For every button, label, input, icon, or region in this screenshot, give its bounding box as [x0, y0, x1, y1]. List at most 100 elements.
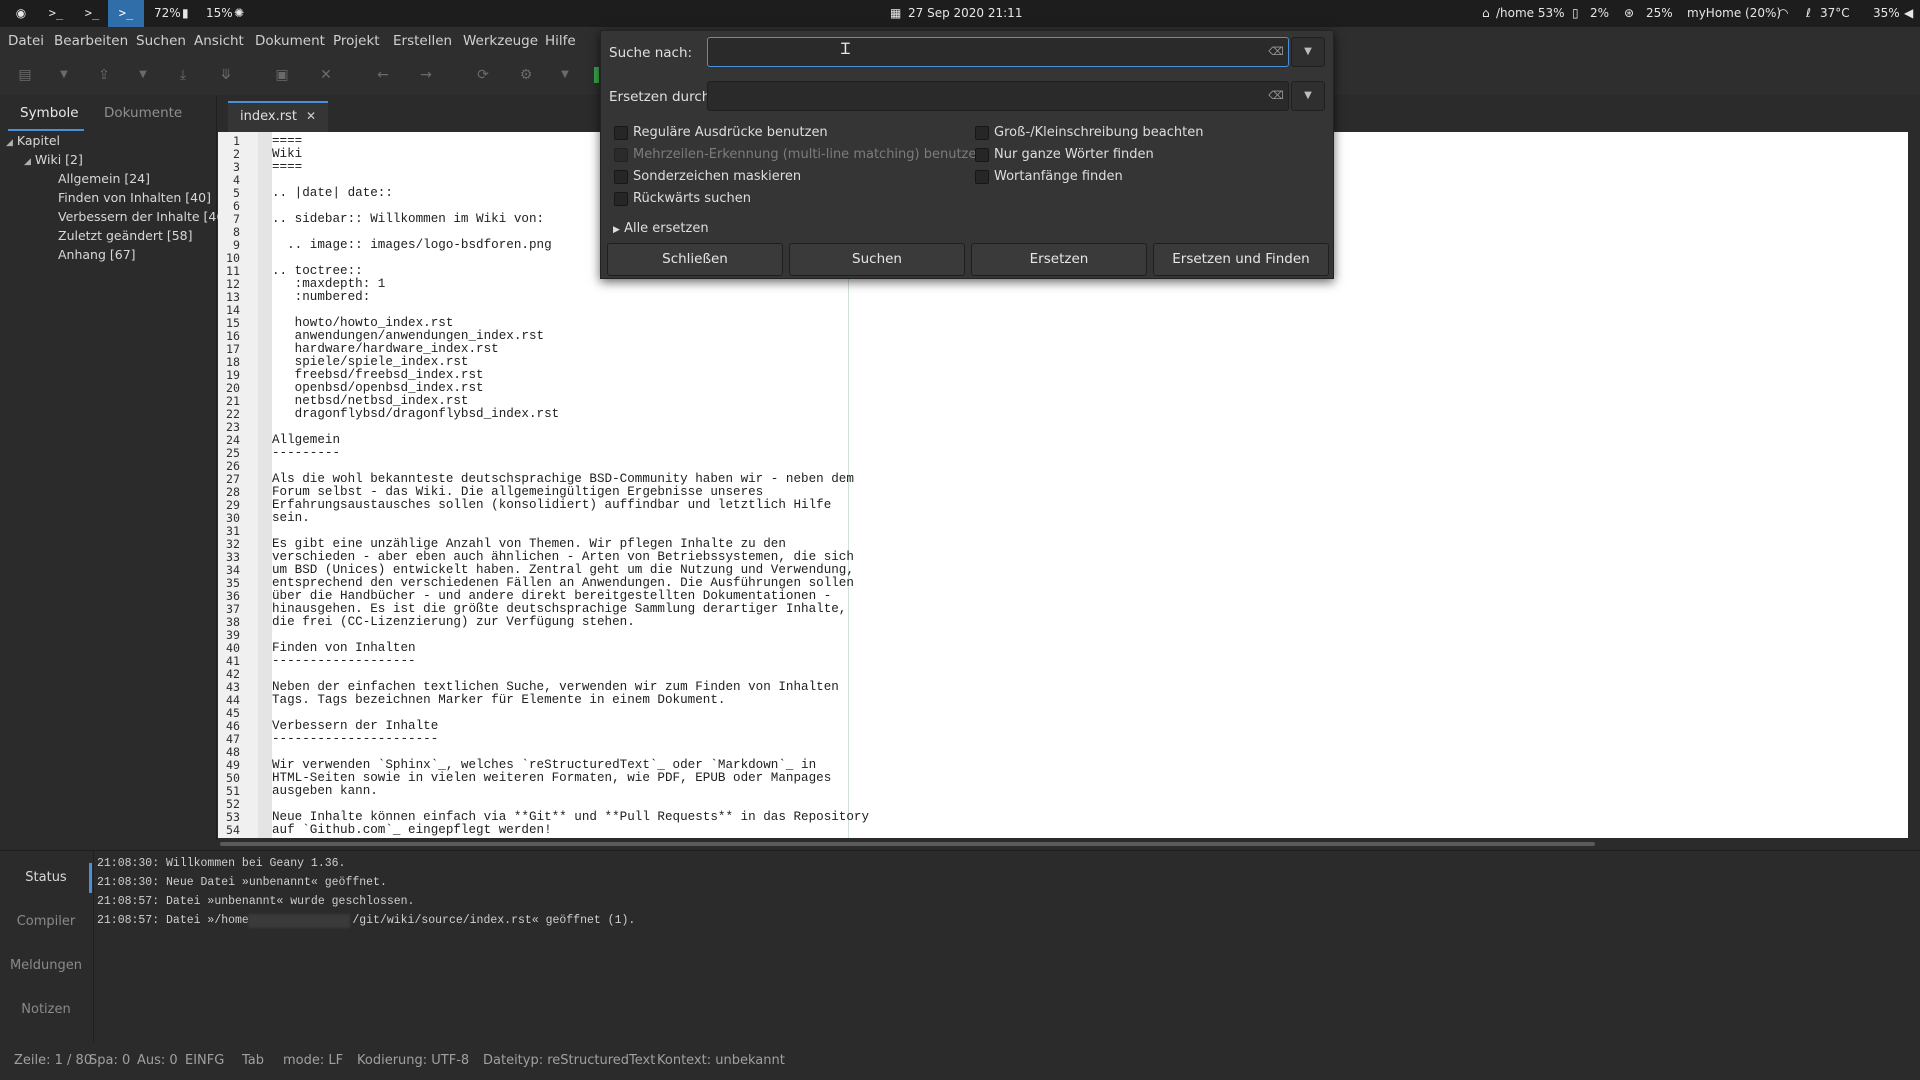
document-tab[interactable]: index.rst ✕ — [228, 101, 328, 133]
code-line: ---------------------- — [272, 732, 439, 746]
menu-bearbeiten[interactable]: Bearbeiten — [54, 27, 128, 55]
checkbox-whole-word[interactable] — [975, 148, 989, 162]
checkbox-whole-word-label[interactable]: Nur ganze Wörter finden — [994, 147, 1154, 163]
menu-werkzeuge[interactable]: Werkzeuge — [463, 27, 538, 55]
tree-item[interactable]: Anhang [67] — [58, 247, 136, 262]
home-disk-usage: /home 53% — [1496, 6, 1565, 20]
expand-arrow-icon[interactable]: ◢ — [6, 138, 13, 148]
tab-compiler[interactable]: Compiler — [0, 914, 92, 929]
revert-icon[interactable]: ▣ — [274, 67, 290, 83]
expand-arrow-icon[interactable]: ◢ — [24, 157, 31, 167]
build-icon[interactable]: ⚙ — [518, 67, 534, 83]
save-all-icon[interactable]: ⤋ — [218, 67, 234, 83]
terminal-workspace-2[interactable]: >_ — [74, 0, 110, 27]
tree-group-row[interactable]: ◢ Wiki [2] — [24, 152, 83, 167]
vertical-scrollbar[interactable] — [1908, 132, 1920, 848]
checkbox-regex[interactable] — [614, 126, 628, 140]
find-button[interactable]: Suchen — [789, 243, 965, 276]
code-line: dragonflybsd/dragonflybsd_index.rst — [272, 407, 560, 421]
tab-notizen[interactable]: Notizen — [0, 1002, 92, 1017]
search-history-dropdown[interactable]: ▼ — [1291, 37, 1325, 67]
new-from-template-dropdown-icon[interactable]: ▼ — [56, 67, 72, 83]
tab-dokumente[interactable]: Dokumente — [104, 103, 182, 123]
scrollbar-thumb[interactable] — [220, 842, 1595, 846]
tree-item[interactable]: Verbessern der Inhalte [46] — [58, 209, 229, 224]
close-icon[interactable]: ✕ — [318, 67, 334, 83]
statusbar: Zeile: 1 / 80 Spa: 0 Aus: 0 EINFG Tab mo… — [0, 1042, 1920, 1080]
checkbox-case-sensitive-label[interactable]: Groß-/Kleinschreibung beachten — [994, 125, 1203, 141]
fold-margin — [258, 132, 272, 838]
replace-all-expander-label: Alle ersetzen — [624, 221, 709, 236]
code-line: .. |date| date:: — [272, 186, 393, 200]
search-label: Suche nach: — [609, 45, 693, 61]
tree-item[interactable]: Allgemein [24] — [58, 171, 150, 186]
checkbox-backwards[interactable] — [614, 192, 628, 206]
temperature: 37°C — [1820, 6, 1850, 20]
volume-percent[interactable]: 35% — [1873, 0, 1900, 27]
replace-and-find-button[interactable]: Ersetzen und Finden — [1153, 243, 1329, 276]
checkbox-escape[interactable] — [614, 170, 628, 184]
menu-erstellen[interactable]: Erstellen — [393, 27, 452, 55]
terminal-workspace-3[interactable]: >_ — [108, 0, 144, 27]
open-file-icon[interactable]: ⇪ — [96, 67, 112, 83]
status-insert-mode: EINFG — [185, 1053, 225, 1068]
checkbox-multiline[interactable] — [614, 148, 628, 162]
tree-root-label: Kapitel — [16, 133, 61, 148]
replace-history-dropdown[interactable]: ▼ — [1291, 81, 1325, 111]
tab-meldungen[interactable]: Meldungen — [0, 958, 92, 973]
checkbox-multiline-label[interactable]: Mehrzeilen-Erkennung (multi-line matchin… — [633, 147, 985, 163]
clock[interactable]: 27 Sep 2020 21:11 — [908, 0, 1022, 27]
menu-ansicht[interactable]: Ansicht — [194, 27, 244, 55]
build-dropdown-icon[interactable]: ▼ — [557, 67, 573, 83]
terminal-workspace-1[interactable]: >_ — [38, 0, 74, 27]
close-tab-icon[interactable]: ✕ — [306, 109, 316, 123]
status-encoding: Kodierung: UTF-8 — [357, 1053, 470, 1068]
checkbox-backwards-label[interactable]: Rückwärts suchen — [633, 191, 751, 207]
wifi-status[interactable]: myHome (20%) — [1687, 0, 1781, 27]
search-input[interactable]: ⌫ — [707, 37, 1289, 67]
checkbox-word-start-label[interactable]: Wortanfänge finden — [994, 169, 1123, 185]
clear-replace-icon[interactable]: ⌫ — [1268, 89, 1284, 103]
text-cursor-icon: Ɪ — [841, 39, 850, 58]
status-line: Zeile: 1 / 80 — [14, 1053, 93, 1068]
status-filetype: Dateityp: reStructuredText — [483, 1053, 656, 1068]
status-message: 21:08:30: Neue Datei »unbenannt« geöffne… — [97, 876, 387, 889]
menu-hilfe[interactable]: Hilfe — [545, 27, 576, 55]
tree-group-label: Wiki [2] — [34, 152, 83, 167]
cpu-icon: ⊛ — [1624, 6, 1635, 20]
close-button[interactable]: Schließen — [607, 243, 783, 276]
menu-projekt[interactable]: Projekt — [333, 27, 380, 55]
replace-all-expander[interactable]: ▶ Alle ersetzen — [613, 221, 709, 238]
replace-input[interactable]: ⌫ — [707, 81, 1289, 111]
checkbox-case-sensitive[interactable] — [975, 126, 989, 140]
redacted-path — [248, 914, 350, 928]
tree-root-row[interactable]: ◢ Kapitel — [6, 133, 60, 148]
status-message: 21:08:30: Willkommen bei Geany 1.36. — [97, 857, 346, 870]
message-window: Status Compiler Meldungen Notizen 21:08:… — [0, 850, 1920, 1043]
tree-item[interactable]: Zuletzt geändert [58] — [58, 228, 193, 243]
recent-files-dropdown-icon[interactable]: ▼ — [135, 67, 151, 83]
browser-icon[interactable]: ◉ — [10, 0, 32, 27]
clear-search-icon[interactable]: ⌫ — [1268, 45, 1284, 59]
color-chooser-swatch[interactable] — [594, 67, 599, 83]
checkbox-regex-label[interactable]: Reguläre Ausdrücke benutzen — [633, 125, 828, 141]
menu-dokument[interactable]: Dokument — [255, 27, 325, 55]
new-file-icon[interactable]: ▤ — [17, 67, 33, 83]
checkbox-word-start[interactable] — [975, 170, 989, 184]
menu-suchen[interactable]: Suchen — [136, 27, 186, 55]
tab-symbole[interactable]: Symbole — [20, 103, 79, 123]
sidebar: Symbole Dokumente ◢ Kapitel ◢ Wiki [2] A… — [0, 95, 229, 840]
save-icon[interactable]: ⤓ — [175, 67, 191, 83]
tree-item[interactable]: Finden von Inhalten [40] — [58, 190, 211, 205]
compile-icon[interactable]: ⟳ — [475, 67, 491, 83]
status-column: Spa: 0 — [89, 1053, 131, 1068]
navigate-back-icon[interactable]: ← — [375, 67, 391, 83]
memory-icon: ▯ — [1572, 6, 1579, 20]
replace-button[interactable]: Ersetzen — [971, 243, 1147, 276]
menu-datei[interactable]: Datei — [8, 27, 44, 55]
checkbox-escape-label[interactable]: Sonderzeichen maskieren — [633, 169, 801, 185]
status-indent: Tab — [242, 1053, 265, 1068]
status-message: 21:08:57: Datei »unbenannt« wurde geschl… — [97, 895, 415, 908]
navigate-forward-icon[interactable]: → — [418, 67, 434, 83]
tab-status[interactable]: Status — [0, 870, 92, 885]
